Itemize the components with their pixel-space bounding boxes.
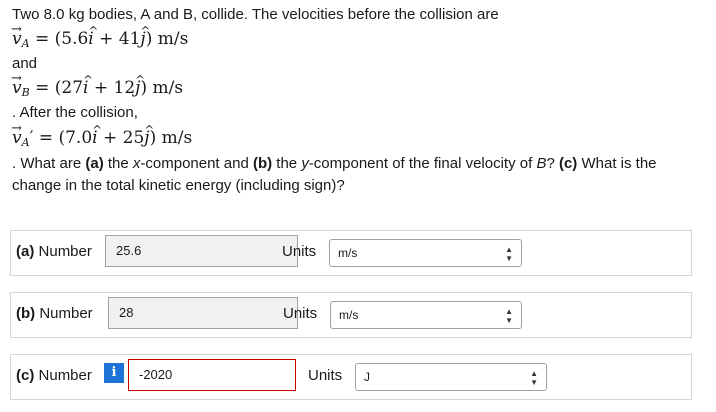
- units-value-c: J: [364, 370, 370, 384]
- number-input-b[interactable]: 28: [108, 297, 298, 329]
- select-arrows-icon: ▲ ▼: [530, 369, 538, 387]
- units-value-b: m/s: [339, 308, 359, 322]
- select-arrows-icon: ▲ ▼: [505, 307, 513, 325]
- problem-question: . What are (a) the x-component and (b) t…: [12, 155, 657, 172]
- units-label-a: Units: [282, 243, 317, 260]
- answer-label-a: (a) Number: [16, 243, 92, 260]
- answer-label-b: (b) Number: [16, 305, 93, 322]
- velocity-b-value: (27i + 12j) m/s: [55, 70, 183, 98]
- number-input-a[interactable]: 25.6: [105, 235, 298, 267]
- problem-intro: Two 8.0 kg bodies, A and B, collide. The…: [12, 6, 499, 23]
- velocity-a-before: v→A = (5.6i + 41j) m/s: [11, 21, 189, 54]
- velocity-a-after: v→A′ = (7.0i + 25j) m/s: [11, 120, 192, 153]
- units-value-a: m/s: [338, 246, 358, 260]
- select-arrows-icon: ▲ ▼: [505, 245, 513, 263]
- velocity-b-before: v→B = (27i + 12j) m/s: [11, 70, 183, 103]
- problem-question-line2: change in the total kinetic energy (incl…: [12, 177, 345, 194]
- answer-label-c: (c) Number: [16, 367, 92, 384]
- answer-row-b: (b) Number 28 Units m/s ▲ ▼: [10, 292, 692, 338]
- info-icon[interactable]: i: [104, 363, 124, 383]
- units-label-c: Units: [308, 367, 343, 384]
- velocity-a-after-value: (7.0i + 25j) m/s: [58, 120, 192, 148]
- velocity-a-value: (5.6i + 41j) m/s: [55, 21, 189, 49]
- problem-after: . After the collision,: [12, 104, 138, 121]
- units-select-a[interactable]: m/s ▲ ▼: [329, 239, 522, 267]
- number-input-c[interactable]: -2020: [128, 359, 296, 391]
- answer-row-a: (a) Number 25.6 Units m/s ▲ ▼: [10, 230, 692, 276]
- units-label-b: Units: [283, 305, 318, 322]
- answer-row-c: (c) Number i -2020 Units J ▲ ▼: [10, 354, 692, 400]
- units-select-c[interactable]: J ▲ ▼: [355, 363, 547, 391]
- units-select-b[interactable]: m/s ▲ ▼: [330, 301, 522, 329]
